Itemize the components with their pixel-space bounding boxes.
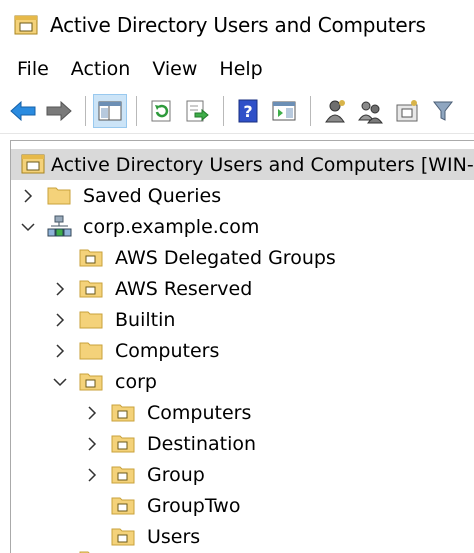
tree-node-label: Destination [147, 432, 257, 455]
title-bar: Active Directory Users and Computers [0, 0, 474, 50]
toolbar-separator [85, 95, 86, 126]
export-list-icon[interactable] [180, 94, 214, 128]
chevron-right-icon[interactable] [85, 437, 99, 451]
tree-node-label: Saved Queries [83, 184, 222, 207]
ou-folder-icon [111, 495, 135, 515]
tree-node-domain[interactable]: corp.example.com [11, 211, 474, 242]
tree-node-root[interactable]: Active Directory Users and Computers [WI… [11, 149, 474, 180]
tree-node-label: Computers [115, 339, 220, 362]
group-icon[interactable] [354, 94, 388, 128]
menu-bar: File Action View Help [0, 50, 474, 88]
menu-view[interactable]: View [141, 54, 208, 84]
svg-text:?: ? [243, 102, 252, 121]
help-icon[interactable]: ? [231, 94, 265, 128]
toolbar: ? [0, 88, 474, 134]
toolbar-separator [136, 95, 137, 126]
window-title: Active Directory Users and Computers [50, 13, 426, 37]
folder-icon [79, 309, 103, 329]
menu-action[interactable]: Action [60, 54, 142, 84]
refresh-icon[interactable] [144, 94, 178, 128]
chevron-down-icon[interactable] [53, 375, 67, 389]
ou-folder-icon [79, 247, 103, 267]
tree-node-corp-computers[interactable]: Computers [11, 397, 474, 428]
ou-icon[interactable] [390, 94, 424, 128]
tree-node-label: Builtin [115, 308, 176, 331]
tree-node-label: Active Directory Users and Computers [WI… [51, 153, 474, 176]
menu-help[interactable]: Help [208, 54, 273, 84]
user-icon[interactable] [318, 94, 352, 128]
folder-icon [79, 340, 103, 360]
domain-icon [47, 215, 72, 237]
ou-folder-icon [111, 526, 135, 546]
tree-node-label: Computers [147, 401, 252, 424]
tree-node-label: Group [147, 463, 205, 486]
folder-icon [47, 185, 71, 205]
chevron-right-icon[interactable] [85, 468, 99, 482]
tree-node-label: Users [147, 525, 201, 548]
tree-node-users[interactable]: Users [11, 521, 474, 552]
chevron-right-icon[interactable] [53, 313, 67, 327]
tree-node-label: GroupTwo [147, 494, 241, 517]
aduc-app-icon [14, 14, 38, 36]
tree-node-saved-queries[interactable]: Saved Queries [11, 180, 474, 211]
ou-folder-icon [79, 549, 103, 553]
ou-folder-icon [111, 433, 135, 453]
tree-node-aws-reserved[interactable]: AWS Reserved [11, 273, 474, 304]
ou-folder-icon [111, 464, 135, 484]
chevron-right-icon[interactable] [53, 282, 67, 296]
tree-node-label: corp.example.com [83, 215, 260, 238]
tree-node-grouptwo[interactable]: GroupTwo [11, 490, 474, 521]
tree-node-builtin[interactable]: Builtin [11, 304, 474, 335]
chevron-right-icon[interactable] [85, 406, 99, 420]
aduc-snapin-icon [21, 154, 45, 174]
tree-node-computers[interactable]: Computers [11, 335, 474, 366]
toolbar-separator [310, 95, 311, 126]
menu-file[interactable]: File [6, 54, 60, 84]
chevron-right-icon[interactable] [21, 189, 35, 203]
tree-node-group[interactable]: Group [11, 459, 474, 490]
tree-node-corp[interactable]: corp [11, 366, 474, 397]
tree-node-label: AWS Delegated Groups [115, 246, 336, 269]
toolbar-separator [223, 95, 224, 126]
chevron-right-icon[interactable] [53, 344, 67, 358]
back-arrow-icon[interactable] [6, 94, 40, 128]
forward-arrow-icon[interactable] [42, 94, 76, 128]
tree-node-label: AWS Reserved [115, 277, 253, 300]
console-tree-icon[interactable] [93, 93, 127, 128]
ou-folder-icon [79, 371, 103, 391]
tree-node-aws-delegated-groups[interactable]: AWS Delegated Groups [11, 242, 474, 273]
console-tree[interactable]: Active Directory Users and Computers [WI… [10, 140, 474, 553]
ou-folder-icon [111, 402, 135, 422]
chevron-down-icon[interactable] [21, 220, 35, 234]
tree-node-destination[interactable]: Destination [11, 428, 474, 459]
ou-folder-icon [79, 278, 103, 298]
tree-node-partial[interactable] [11, 549, 474, 553]
tree-node-label: corp [115, 370, 157, 393]
filter-icon[interactable] [426, 94, 460, 128]
action-pane-icon[interactable] [267, 94, 301, 128]
